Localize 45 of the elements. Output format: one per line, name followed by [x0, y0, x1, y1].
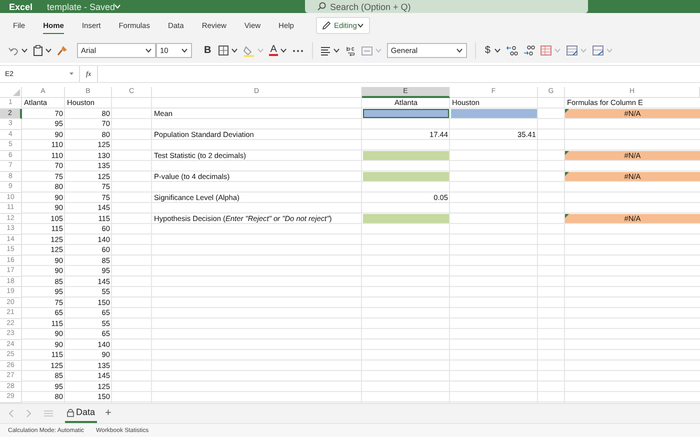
input-cell[interactable]	[362, 172, 449, 181]
caret-icon[interactable]	[21, 48, 28, 54]
error-flag-icon[interactable]	[565, 172, 569, 176]
wrap-text-icon[interactable]	[344, 44, 356, 57]
more-icon[interactable]	[292, 48, 304, 53]
paintbrush-icon[interactable]	[57, 45, 68, 56]
next-icon[interactable]	[26, 408, 32, 418]
pencil-icon	[322, 21, 331, 30]
caret-icon[interactable]	[231, 48, 238, 54]
search-icon	[317, 2, 326, 11]
lock-icon	[67, 408, 74, 417]
caret-icon[interactable]	[45, 48, 52, 54]
caret-icon[interactable]	[280, 48, 287, 54]
selected-cell[interactable]	[362, 109, 449, 118]
input-cell[interactable]	[450, 109, 537, 118]
previous-icon[interactable]	[8, 408, 14, 418]
borders-icon[interactable]	[218, 45, 230, 56]
caret-icon[interactable]	[494, 48, 502, 54]
bold-button[interactable]: B	[202, 45, 214, 56]
increase-decimal-icon[interactable]	[506, 45, 518, 56]
conditional-format-icon[interactable]	[540, 45, 552, 56]
app-name: Excel	[9, 2, 34, 12]
document-title[interactable]: template - Saved	[47, 2, 116, 12]
input-cell[interactable]	[362, 214, 449, 223]
currency-button[interactable]: $	[482, 45, 492, 56]
select-all-icon[interactable]	[13, 89, 20, 96]
merge-icon[interactable]	[360, 46, 373, 56]
clipboard-icon[interactable]	[33, 45, 43, 56]
caret-icon[interactable]	[181, 48, 188, 54]
table-format-icon[interactable]	[566, 45, 578, 56]
add-sheet-button[interactable]: +	[105, 407, 112, 420]
error-flag-icon[interactable]	[565, 214, 569, 218]
caret-icon[interactable]	[332, 48, 340, 54]
input-cell[interactable]	[362, 151, 449, 160]
font-color-button[interactable]: A	[269, 45, 278, 56]
search-field[interactable]: Search (Option + Q)	[305, 0, 588, 13]
error-flag-icon[interactable]	[565, 109, 569, 113]
decrease-decimal-icon[interactable]	[523, 45, 536, 56]
error-flag-icon[interactable]	[565, 151, 569, 155]
caret-icon[interactable]	[456, 48, 463, 54]
fill-color-icon[interactable]	[243, 44, 256, 57]
caret-icon[interactable]	[145, 48, 152, 54]
caret-icon[interactable]	[356, 23, 364, 28]
cell-styles-icon[interactable]	[592, 45, 604, 56]
align-icon[interactable]	[320, 46, 331, 56]
